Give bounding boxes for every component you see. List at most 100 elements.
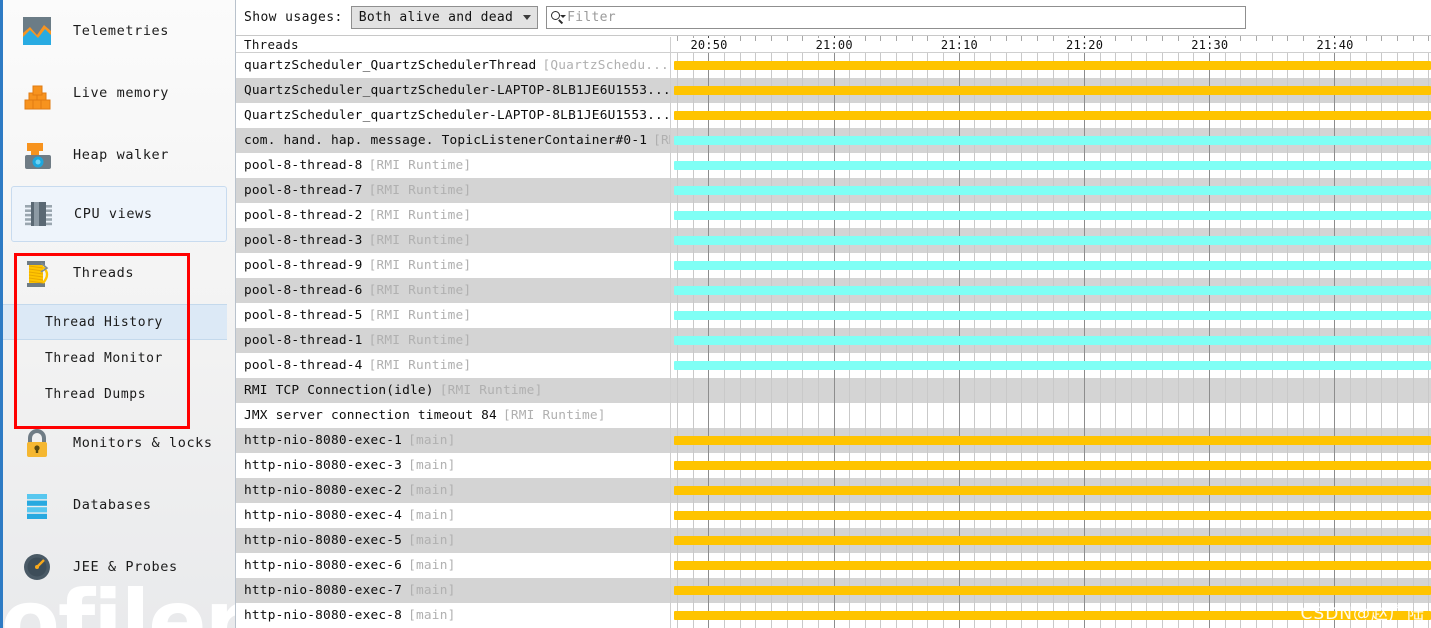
thread-name-cell: http-nio-8080-exec-7 [main]	[236, 578, 671, 603]
sidebar-item-monitors-locks[interactable]: Monitors & locks	[3, 412, 235, 474]
grid-line-minor	[1240, 378, 1241, 403]
thread-timeline-track[interactable]	[671, 428, 1431, 453]
sidebar-subitem-thread-dumps[interactable]: Thread Dumps	[3, 376, 235, 412]
table-row[interactable]: http-nio-8080-exec-1 [main]	[236, 428, 1431, 453]
thread-timeline-track[interactable]	[671, 453, 1431, 478]
table-row[interactable]: pool-8-thread-2 [RMI Runtime]	[236, 203, 1431, 228]
grid-line-minor	[1146, 403, 1147, 428]
thread-timeline-track[interactable]	[671, 603, 1431, 628]
thread-timeline-track[interactable]	[671, 328, 1431, 353]
sidebar-item-jee-probes[interactable]: JEE & Probes	[3, 536, 235, 598]
grid-line-minor	[865, 378, 866, 403]
time-label: 21:10	[938, 37, 980, 52]
thread-timeline-track[interactable]	[671, 503, 1431, 528]
thread-timeline-track[interactable]	[671, 103, 1431, 128]
table-row[interactable]: QuartzScheduler_quartzScheduler-LAPTOP-8…	[236, 78, 1431, 103]
sidebar: ofiler Telemetries Live memory Heap walker…	[0, 0, 236, 628]
thread-timeline-track[interactable]	[671, 353, 1431, 378]
thread-timeline-track[interactable]	[671, 178, 1431, 203]
grid-line-minor	[1272, 378, 1273, 403]
thread-group: [RMI Runtime]	[368, 158, 472, 173]
table-row[interactable]: http-nio-8080-exec-5 [main]	[236, 528, 1431, 553]
table-row[interactable]: http-nio-8080-exec-8 [main]	[236, 603, 1431, 628]
monitors-locks-icon	[17, 423, 57, 463]
grid-line-minor	[740, 378, 741, 403]
ruler-tick-minor	[927, 36, 928, 41]
table-row[interactable]: JMX server connection timeout 84 [RMI Run…	[236, 403, 1431, 428]
thread-timeline-track[interactable]	[671, 153, 1431, 178]
table-row[interactable]: pool-8-thread-1 [RMI Runtime]	[236, 328, 1431, 353]
ruler-tick-minor	[802, 36, 803, 41]
table-row[interactable]: pool-8-thread-6 [RMI Runtime]	[236, 278, 1431, 303]
sidebar-item-live-memory[interactable]: Live memory	[3, 62, 235, 124]
grid-line-minor	[896, 378, 897, 403]
table-row[interactable]: pool-8-thread-3 [RMI Runtime]	[236, 228, 1431, 253]
table-row[interactable]: http-nio-8080-exec-4 [main]	[236, 503, 1431, 528]
thread-timeline-track[interactable]	[671, 278, 1431, 303]
sidebar-subitem-thread-monitor[interactable]: Thread Monitor	[3, 340, 235, 376]
thread-timeline-track[interactable]	[671, 253, 1431, 278]
grid-line-minor	[990, 403, 991, 428]
thread-timeline-track[interactable]	[671, 478, 1431, 503]
sidebar-item-cpu-views[interactable]: CPU views	[11, 186, 227, 242]
sidebar-item-heap-walker[interactable]: Heap walker	[3, 124, 235, 186]
filter-input[interactable]: Filter	[546, 6, 1247, 29]
ruler-tick-minor	[740, 36, 741, 41]
thread-name-cell: http-nio-8080-exec-5 [main]	[236, 528, 671, 553]
thread-name-cell: RMI TCP Connection(idle) [RMI Runtime]	[236, 378, 671, 403]
thread-name: pool-8-thread-7	[244, 183, 363, 198]
grid-line-minor	[1413, 403, 1414, 428]
grid-line-minor	[1256, 403, 1257, 428]
thread-timeline-track[interactable]	[671, 203, 1431, 228]
table-row[interactable]: RMI TCP Connection(idle) [RMI Runtime]	[236, 378, 1431, 403]
table-row[interactable]: com. hand. hap. message. TopicListenerCo…	[236, 128, 1431, 153]
table-row[interactable]: http-nio-8080-exec-2 [main]	[236, 478, 1431, 503]
thread-timeline-track[interactable]	[671, 578, 1431, 603]
table-row[interactable]: QuartzScheduler_quartzScheduler-LAPTOP-8…	[236, 103, 1431, 128]
thread-name: pool-8-thread-9	[244, 258, 363, 273]
thread-timeline-track[interactable]	[671, 528, 1431, 553]
ruler-tick-minor	[787, 36, 788, 41]
table-row[interactable]: quartzScheduler_QuartzSchedulerThread [Qu…	[236, 53, 1431, 78]
table-row[interactable]: pool-8-thread-8 [RMI Runtime]	[236, 153, 1431, 178]
filter-placeholder: Filter	[567, 10, 616, 25]
sidebar-item-telemetries[interactable]: Telemetries	[3, 0, 235, 62]
sidebar-item-label: Telemetries	[73, 23, 170, 39]
table-row[interactable]: pool-8-thread-5 [RMI Runtime]	[236, 303, 1431, 328]
ruler-tick-minor	[1037, 36, 1038, 41]
grid-line-minor	[1068, 378, 1069, 403]
grid-line-minor	[724, 378, 725, 403]
grid-line-minor	[677, 378, 678, 403]
grid-line-major	[959, 378, 960, 403]
grid-line-minor	[974, 403, 975, 428]
thread-timeline-track[interactable]	[671, 553, 1431, 578]
grid-line-minor	[787, 403, 788, 428]
thread-timeline-track[interactable]	[671, 378, 1431, 403]
table-row[interactable]: http-nio-8080-exec-6 [main]	[236, 553, 1431, 578]
thread-timeline-track[interactable]	[671, 403, 1431, 428]
thread-name: pool-8-thread-2	[244, 208, 363, 223]
grid-line-minor	[896, 403, 897, 428]
thread-timeline-track[interactable]	[671, 53, 1431, 78]
sidebar-subitem-thread-history[interactable]: Thread History	[3, 304, 227, 340]
time-label: 21:30	[1189, 37, 1231, 52]
sidebar-item-threads[interactable]: Threads	[3, 242, 235, 304]
show-usages-dropdown[interactable]: Both alive and dead	[350, 6, 539, 29]
thread-name-cell: http-nio-8080-exec-1 [main]	[236, 428, 671, 453]
ruler-tick-minor	[1413, 36, 1414, 41]
thread-group: [main]	[408, 558, 456, 573]
thread-group: [main]	[408, 458, 456, 473]
table-row[interactable]: http-nio-8080-exec-3 [main]	[236, 453, 1431, 478]
table-row[interactable]: pool-8-thread-4 [RMI Runtime]	[236, 353, 1431, 378]
thread-timeline-track[interactable]	[671, 78, 1431, 103]
thread-timeline-track[interactable]	[671, 128, 1431, 153]
thread-name: RMI TCP Connection(idle)	[244, 383, 434, 398]
grid-line-minor	[1397, 378, 1398, 403]
thread-name-cell: com. hand. hap. message. TopicListenerCo…	[236, 128, 671, 153]
table-row[interactable]: http-nio-8080-exec-7 [main]	[236, 578, 1431, 603]
table-row[interactable]: pool-8-thread-7 [RMI Runtime]	[236, 178, 1431, 203]
thread-timeline-track[interactable]	[671, 303, 1431, 328]
sidebar-item-databases[interactable]: Databases	[3, 474, 235, 536]
table-row[interactable]: pool-8-thread-9 [RMI Runtime]	[236, 253, 1431, 278]
thread-timeline-track[interactable]	[671, 228, 1431, 253]
